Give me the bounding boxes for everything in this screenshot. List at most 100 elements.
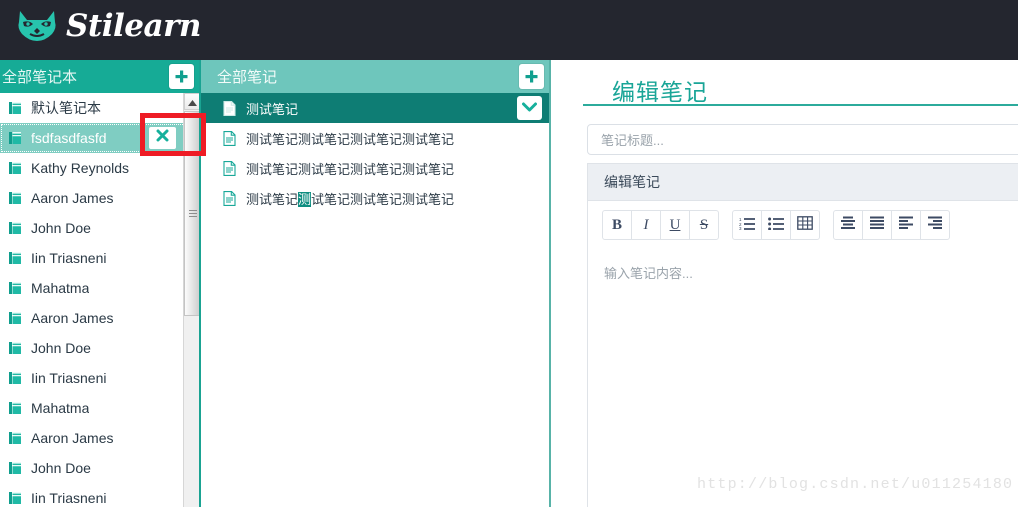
note-list-item[interactable]: 测试笔记测试笔记测试笔记测试笔记 (201, 183, 550, 213)
notebook-item-label: Kathy Reynolds (31, 160, 130, 176)
notebook-item-label: John Doe (31, 220, 91, 236)
notebook-item-label: Aaron James (31, 310, 114, 326)
notebook-list-item[interactable]: Mahatma (0, 393, 200, 423)
editor-box: 编辑笔记 B I U S 123 输入笔记内容... (587, 163, 1018, 507)
align-center-button[interactable] (833, 210, 863, 240)
notebook-item-label: Aaron James (31, 190, 114, 206)
book-icon (8, 221, 22, 235)
app-root: Stilearn 全部笔记本 默认笔记本 fsdfasdfasfd Kathy Re… (0, 0, 1018, 507)
notebook-item-label: Iin Triasneni (31, 490, 107, 506)
book-icon (8, 131, 22, 145)
editor-box-header: 编辑笔记 (588, 163, 1018, 201)
notebook-list-item[interactable]: Aaron James (0, 183, 200, 213)
notebooks-header: 全部笔记本 (0, 60, 200, 93)
strikethrough-button[interactable]: S (689, 210, 719, 240)
notebook-list-item[interactable]: 默认笔记本 (0, 93, 200, 123)
delete-notebook-button[interactable] (149, 127, 176, 149)
file-icon (223, 160, 236, 176)
notebook-item-label: fsdfasdfasfd (31, 130, 107, 146)
book-icon (8, 491, 22, 505)
notes-header-title: 全部笔记 (217, 69, 278, 86)
notebook-list-item[interactable]: Iin Triasneni (0, 363, 200, 393)
book-icon (8, 431, 22, 445)
expand-note-button[interactable] (517, 96, 542, 120)
svg-text:3: 3 (739, 226, 742, 230)
file-icon (223, 100, 236, 116)
note-item-label: 测试笔记测试笔记测试笔记测试笔记 (246, 131, 455, 147)
notebook-item-label: 默认笔记本 (31, 100, 101, 116)
raccoon-logo-icon (16, 9, 58, 43)
note-list-item[interactable]: 测试笔记测试笔记测试笔记测试笔记 (201, 153, 550, 183)
strikethrough-icon: S (699, 216, 709, 233)
note-title-placeholder: 笔记标题... (601, 133, 664, 148)
file-icon (223, 130, 236, 146)
notebook-item-label: Mahatma (31, 400, 90, 416)
plus-icon (174, 69, 189, 84)
italic-button[interactable]: I (631, 210, 661, 240)
note-item-label: 测试笔记 (246, 101, 299, 117)
brand-logo[interactable]: Stilearn (16, 9, 201, 43)
align-right-button[interactable] (920, 210, 950, 240)
notebook-list-item[interactable]: Aaron James (0, 423, 200, 453)
note-item-label: 测试笔记测试笔记测试笔记测试笔记 (246, 191, 455, 207)
notebook-item-label: Iin Triasneni (31, 250, 107, 266)
align-center-icon (840, 216, 856, 235)
editor-toolbar[interactable]: B I U S 123 (588, 201, 1018, 249)
note-list-item[interactable]: 测试笔记 (201, 93, 550, 123)
notes-header: 全部笔记 (201, 60, 550, 93)
table-button[interactable] (790, 210, 820, 240)
toolbar-group (833, 210, 950, 240)
underline-button[interactable]: U (660, 210, 690, 240)
note-item-label: 测试笔记测试笔记测试笔记测试笔记 (246, 161, 455, 177)
notebook-list-item[interactable]: Mahatma (0, 273, 200, 303)
note-content-input[interactable]: 输入笔记内容... (588, 249, 1018, 282)
plus-icon (524, 69, 539, 84)
notebook-item-label: Mahatma (31, 280, 90, 296)
notebook-list-item[interactable]: Aaron James (0, 303, 200, 333)
notebooks-list[interactable]: 默认笔记本 fsdfasdfasfd Kathy Reynolds Aaron Jam… (0, 93, 200, 507)
book-icon (8, 341, 22, 355)
notebook-list-item[interactable]: John Doe (0, 333, 200, 363)
notebook-item-label: John Doe (31, 460, 91, 476)
notebooks-panel: 全部笔记本 默认笔记本 fsdfasdfasfd Kathy Reynolds Aar… (0, 60, 200, 507)
watermark-text: http://blog.csdn.net/u011254180 (697, 476, 1014, 493)
note-title-input[interactable]: 笔记标题... (587, 124, 1018, 155)
notebook-list-item[interactable]: Iin Triasneni (0, 483, 200, 507)
close-x-icon (156, 129, 169, 147)
selected-text: 测 (298, 191, 312, 207)
ordered-list-button[interactable]: 123 (732, 210, 762, 240)
italic-icon: I (643, 216, 649, 233)
add-note-button[interactable] (519, 64, 544, 89)
align-justify-button[interactable] (862, 210, 892, 240)
note-list-item[interactable]: 测试笔记测试笔记测试笔记测试笔记 (201, 123, 550, 153)
list-ordered-icon: 123 (739, 216, 755, 235)
add-notebook-button[interactable] (169, 64, 194, 89)
notebooks-scrollbar[interactable] (183, 93, 200, 507)
list-unordered-icon (768, 216, 784, 235)
book-icon (8, 251, 22, 265)
chevron-down-icon (522, 99, 537, 117)
caret-up-icon (187, 93, 197, 111)
notebook-list-item[interactable]: John Doe (0, 213, 200, 243)
book-icon (8, 191, 22, 205)
book-icon (8, 281, 22, 295)
notebook-item-label: John Doe (31, 340, 91, 356)
align-justify-icon (869, 216, 885, 235)
scrollbar-up-button[interactable] (184, 93, 200, 110)
table-icon (797, 215, 813, 235)
notebook-list-item[interactable]: Iin Triasneni (0, 243, 200, 273)
bullet-list-button[interactable] (761, 210, 791, 240)
align-left-button[interactable] (891, 210, 921, 240)
app-header: Stilearn (0, 0, 1018, 60)
notebook-list-item[interactable]: John Doe (0, 453, 200, 483)
toolbar-group: BIUS (602, 210, 719, 240)
notebook-list-item[interactable]: Kathy Reynolds (0, 153, 200, 183)
bold-button[interactable]: B (602, 210, 632, 240)
book-icon (8, 311, 22, 325)
book-icon (8, 371, 22, 385)
book-icon (8, 101, 22, 115)
scrollbar-thumb[interactable] (184, 111, 200, 316)
notes-list[interactable]: 测试笔记 测试笔记测试笔记测试笔记测试笔记 测试笔记测试笔记测试笔记测试笔记 测试笔记… (201, 93, 550, 213)
notebook-list-item[interactable]: fsdfasdfasfd (0, 123, 200, 153)
title-divider (583, 104, 1018, 106)
